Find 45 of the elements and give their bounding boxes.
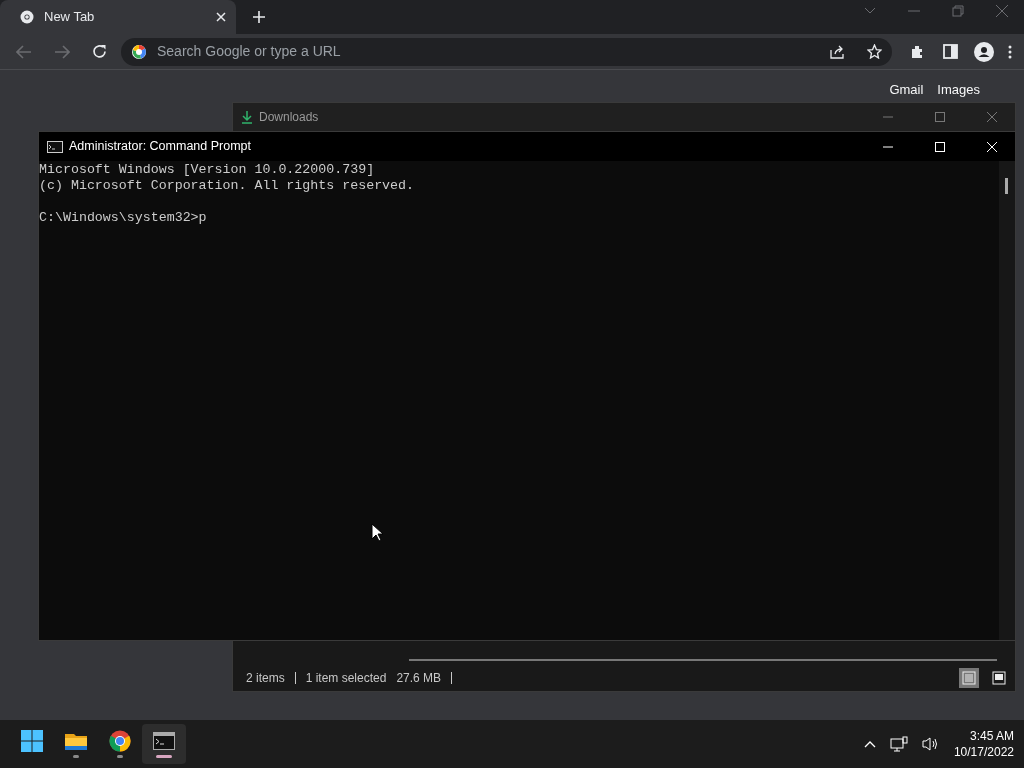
profile-icon[interactable] (974, 41, 994, 62)
window-title: Downloads (259, 109, 320, 126)
share-icon[interactable] (830, 44, 845, 59)
chevron-down-icon[interactable] (864, 7, 876, 15)
status-text: 2 items (246, 670, 285, 687)
close-icon (987, 141, 997, 152)
chrome-icon (109, 730, 131, 752)
clock-date: 10/17/2022 (953, 744, 1014, 760)
chevron-up-icon[interactable] (863, 740, 876, 748)
browser-tab[interactable]: New Tab (0, 0, 236, 34)
address-bar[interactable]: Search Google or type a URL (121, 37, 892, 66)
command-line[interactable]: C:\Windows\system32>p (39, 210, 207, 226)
start-icon (21, 730, 43, 752)
command-prompt-button[interactable] (142, 724, 186, 764)
mouse-cursor-icon (371, 523, 383, 542)
side-panel-icon[interactable] (943, 44, 958, 59)
status-text: 27.6 MB (396, 670, 442, 687)
clock[interactable]: 3:45 AM 10/17/2022 (953, 728, 1014, 760)
window-title: Administrator: Command Prompt (69, 138, 252, 156)
download-icon (241, 110, 253, 124)
list-view-icon (962, 671, 976, 685)
new-tab-icon[interactable] (252, 10, 266, 24)
google-icon (131, 43, 147, 60)
console-icon (47, 140, 63, 153)
close-icon (987, 112, 997, 122)
command-prompt-icon (153, 730, 175, 752)
maximize-icon (935, 112, 945, 122)
clock-time: 3:45 AM (968, 728, 1014, 744)
status-text: 1 item selected (305, 670, 387, 687)
chrome-icon (20, 10, 34, 24)
more-menu-icon[interactable] (1008, 44, 1012, 59)
console-line: (c) Microsoft Corporation. All rights reserved. (39, 178, 416, 194)
puzzle-icon[interactable] (910, 44, 925, 59)
network-icon[interactable] (889, 736, 908, 752)
thumbnails-view-button[interactable] (989, 668, 1009, 688)
speaker-icon[interactable] (921, 736, 940, 752)
scrollbar-thumb[interactable] (1005, 178, 1008, 194)
thumbnail-view-icon (992, 671, 1006, 685)
console-line: Microsoft Windows [Version 10.0.22000.739] (39, 162, 376, 178)
star-icon[interactable] (867, 44, 882, 59)
page-link[interactable]: Images (937, 80, 980, 100)
reload-icon[interactable] (92, 44, 107, 59)
maximize-icon (935, 141, 945, 152)
page-link[interactable]: Gmail (889, 80, 924, 100)
tab-title: New Tab (44, 8, 96, 27)
